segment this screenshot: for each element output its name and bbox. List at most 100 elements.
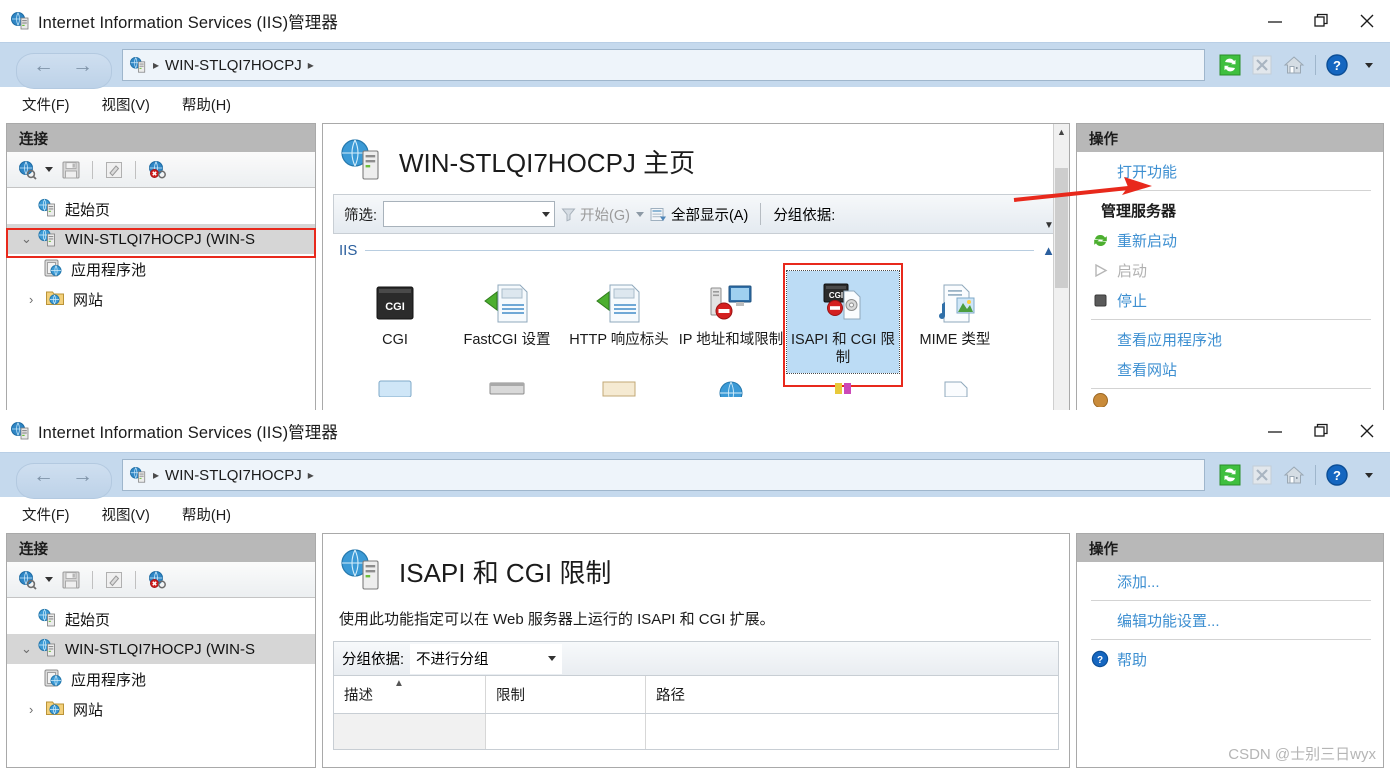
edit-icon	[102, 569, 126, 591]
connect-dropdown-icon[interactable]	[45, 577, 53, 582]
action-partial-help[interactable]	[1077, 393, 1383, 407]
annotation-arrow	[1013, 177, 1152, 202]
breadcrumb-node[interactable]: WIN-STLQI7HOCPJ	[165, 57, 302, 74]
feature-isapi-cgi-restrictions[interactable]: CGI ISAPI 和 CGI 限制	[783, 263, 903, 388]
tree-item-start-page[interactable]: 起始页	[7, 194, 315, 224]
feature-http-response-headers[interactable]: HTTP 响应标头	[563, 271, 675, 373]
help-icon[interactable]: ?	[1324, 52, 1350, 78]
refresh-icon[interactable]	[1217, 462, 1243, 488]
menu-file[interactable]: 文件(F)	[22, 94, 70, 115]
action-view-app-pools[interactable]: 查看应用程序池	[1077, 324, 1383, 354]
feature-row2-3[interactable]	[563, 375, 675, 403]
action-restart[interactable]: 重新启动	[1077, 225, 1383, 255]
partial-icon	[341, 379, 449, 398]
column-label: 路径	[656, 688, 685, 704]
chevron-down-icon[interactable]	[548, 656, 557, 661]
column-header-restriction[interactable]: 限制	[486, 676, 646, 713]
scroll-up-arrow[interactable]: ▲	[1054, 124, 1069, 140]
section-title-row: IIS ▲	[333, 234, 1059, 261]
column-header-description[interactable]: 描述 ▲	[334, 676, 486, 713]
show-all-label: 全部显示(A)	[670, 207, 749, 224]
breadcrumb-sep-2[interactable]: ▸	[308, 58, 314, 72]
back-arrow-icon[interactable]: ←	[27, 465, 60, 486]
action-edit-feature-settings[interactable]: 编辑功能设置...	[1077, 605, 1383, 635]
close-icon[interactable]	[1344, 410, 1390, 452]
watermark: CSDN @士别三日wyx	[1228, 746, 1376, 763]
minimize-icon[interactable]	[1252, 410, 1298, 452]
home-icon[interactable]	[1281, 52, 1307, 78]
home-icon[interactable]	[1281, 462, 1307, 488]
highlight-box-tree-server	[6, 228, 316, 258]
actions-separator	[1091, 388, 1371, 389]
feature-ip-domain-restrictions[interactable]: IP 地址和域限制	[675, 271, 787, 373]
tree-item-label: 应用程序池	[71, 261, 147, 279]
tree-item-server[interactable]: ⌄ WIN-STLQI7HOCPJ (WIN-S	[7, 634, 315, 664]
breadcrumb-sep-2[interactable]: ▸	[308, 468, 314, 482]
window-title: Internet Information Services (IIS)管理器	[38, 14, 338, 32]
menu-help[interactable]: 帮助(H)	[182, 94, 231, 115]
menu-view[interactable]: 视图(V)	[102, 94, 150, 115]
column-label: 限制	[496, 688, 525, 704]
content-scrollbar[interactable]: ▲	[1053, 124, 1069, 415]
action-view-sites[interactable]: 查看网站	[1077, 354, 1383, 384]
nav-buttons: ← →	[8, 462, 118, 499]
tree-item-app-pools[interactable]: 应用程序池	[7, 664, 315, 694]
disconnect-icon[interactable]	[145, 569, 169, 591]
connect-to-icon[interactable]	[15, 159, 39, 181]
feature-mime-types[interactable]: MIME 类型	[899, 271, 1011, 373]
svg-text:CGI: CGI	[385, 301, 405, 313]
tree-item-sites[interactable]: › 网站	[7, 284, 315, 314]
restore-icon[interactable]	[1298, 410, 1344, 452]
mime-types-icon	[901, 275, 1009, 331]
forward-arrow-icon[interactable]: →	[66, 465, 99, 486]
tree-item-app-pools[interactable]: 应用程序池	[7, 254, 315, 284]
group-by-button[interactable]: 分组依据:	[773, 204, 835, 225]
feature-row2-2[interactable]	[451, 375, 563, 403]
action-help[interactable]: ? 帮助	[1077, 644, 1383, 674]
tree-twisty-collapsed[interactable]: ›	[29, 702, 45, 717]
breadcrumb-node[interactable]: WIN-STLQI7HOCPJ	[165, 467, 302, 484]
breadcrumb[interactable]: ▸ WIN-STLQI7HOCPJ ▸	[122, 459, 1205, 491]
menu-view[interactable]: 视图(V)	[102, 504, 150, 525]
column-header-path[interactable]: 路径	[646, 676, 1058, 713]
feature-row2-4[interactable]	[675, 375, 787, 403]
iis-manager-icon	[10, 11, 30, 31]
menu-file[interactable]: 文件(F)	[22, 504, 70, 525]
tree-item-start-page[interactable]: 起始页	[7, 604, 315, 634]
forward-arrow-icon[interactable]: →	[66, 55, 99, 76]
tree-twisty-collapsed[interactable]: ›	[29, 292, 45, 307]
close-icon[interactable]	[1344, 0, 1390, 42]
connect-to-icon[interactable]	[15, 569, 39, 591]
nav-buttons: ← →	[8, 52, 118, 89]
table-cell	[334, 714, 486, 749]
feature-fastcgi-settings[interactable]: FastCGI 设置	[451, 271, 563, 373]
filter-go-dropdown-icon[interactable]	[635, 211, 644, 217]
filter-input[interactable]	[383, 201, 556, 227]
feature-row2-6[interactable]	[899, 375, 1011, 403]
restore-icon[interactable]	[1298, 0, 1344, 42]
refresh-icon[interactable]	[1217, 52, 1243, 78]
group-by-select[interactable]: 不进行分组	[410, 643, 563, 674]
feature-view-pane: ISAPI 和 CGI 限制 使用此功能指定可以在 Web 服务器上运行的 IS…	[322, 533, 1070, 768]
breadcrumb[interactable]: ▸ WIN-STLQI7HOCPJ ▸	[122, 49, 1205, 81]
chevron-down-icon[interactable]	[1356, 52, 1382, 78]
action-add[interactable]: 添加...	[1077, 566, 1383, 596]
minimize-icon[interactable]	[1252, 0, 1298, 42]
screenshot-root: Internet Information Services (IIS)管理器 ←…	[0, 0, 1390, 772]
group-by-label: 分组依据:	[773, 207, 836, 224]
chevron-down-icon[interactable]	[1356, 462, 1382, 488]
connect-dropdown-icon[interactable]	[45, 167, 53, 172]
feature-row2-1[interactable]	[339, 375, 451, 403]
filter-go-button[interactable]: 开始(G)	[561, 204, 630, 225]
disconnect-icon[interactable]	[145, 159, 169, 181]
show-all-button[interactable]: 全部显示(A)	[650, 204, 748, 225]
chevron-down-icon[interactable]	[542, 211, 551, 217]
tree-item-sites[interactable]: › 网站	[7, 694, 315, 724]
back-arrow-icon[interactable]: ←	[27, 55, 60, 76]
feature-row2-5[interactable]	[787, 375, 899, 403]
tree-twisty-expanded[interactable]: ⌄	[21, 641, 37, 657]
action-stop[interactable]: 停止	[1077, 285, 1383, 315]
help-icon[interactable]: ?	[1324, 462, 1350, 488]
menu-help[interactable]: 帮助(H)	[182, 504, 231, 525]
feature-cgi[interactable]: CGI CGI	[339, 271, 451, 373]
